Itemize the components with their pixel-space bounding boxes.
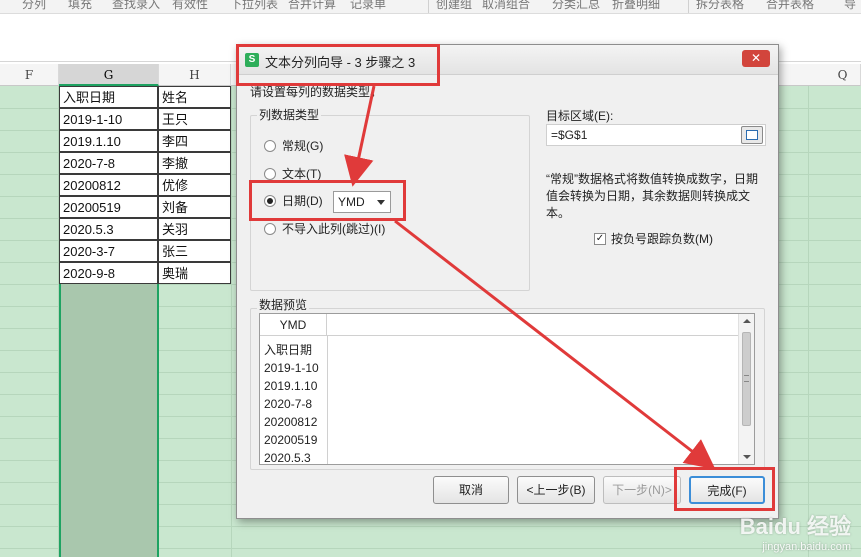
annotation-arrows (344, 85, 716, 470)
baidu-watermark: Baidu 经验 jingyan.baidu.com (740, 509, 851, 553)
arrow-to-date-option (344, 85, 376, 187)
watermark-url: jingyan.baidu.com (762, 541, 851, 553)
watermark-logo-text: Baidu 经验 (739, 514, 851, 539)
arrow-to-finish (394, 219, 716, 470)
